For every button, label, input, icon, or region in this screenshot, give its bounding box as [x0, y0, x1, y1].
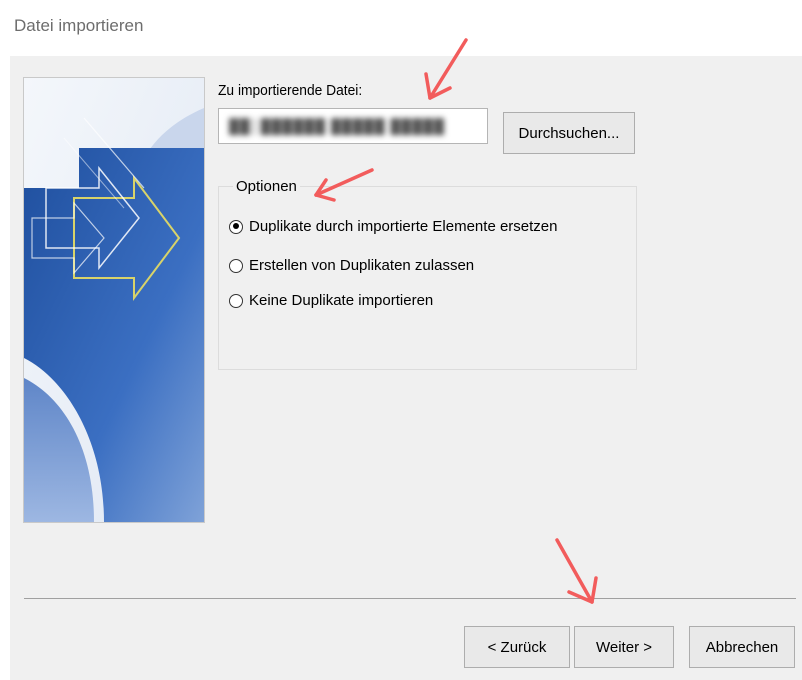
import-wizard-banner-icon [23, 77, 205, 523]
back-button[interactable]: < Zurück [464, 626, 570, 668]
radio-unselected-icon[interactable] [229, 293, 243, 308]
window-title: Datei importieren [14, 16, 144, 35]
import-dialog: Zu importierende Datei: ██│██████ █████ … [10, 56, 802, 680]
radio-selected-icon[interactable] [229, 219, 243, 234]
options-legend: Optionen [233, 178, 300, 195]
cancel-button[interactable]: Abbrechen [689, 626, 795, 668]
file-label: Zu importierende Datei: [218, 82, 363, 99]
option-label: Erstellen von Duplikaten zulassen [249, 257, 475, 274]
radio-unselected-icon[interactable] [229, 258, 243, 273]
footer-separator [24, 598, 796, 599]
options-group [218, 186, 637, 370]
browse-button[interactable]: Durchsuchen... [503, 112, 635, 154]
option-no-duplicates[interactable]: Keine Duplikate importieren [229, 292, 433, 309]
option-replace-duplicates[interactable]: Duplikate durch importierte Elemente ers… [229, 218, 557, 235]
next-button[interactable]: Weiter > [574, 626, 674, 668]
option-allow-duplicates[interactable]: Erstellen von Duplikaten zulassen [229, 257, 474, 274]
title-bar: Datei importieren [0, 0, 802, 56]
option-label: Keine Duplikate importieren [249, 292, 434, 309]
option-label: Duplikate durch importierte Elemente ers… [249, 218, 558, 235]
file-path-input[interactable]: ██│██████ █████ █████ [218, 108, 488, 144]
file-path-value: ██│██████ █████ █████ [229, 118, 446, 134]
